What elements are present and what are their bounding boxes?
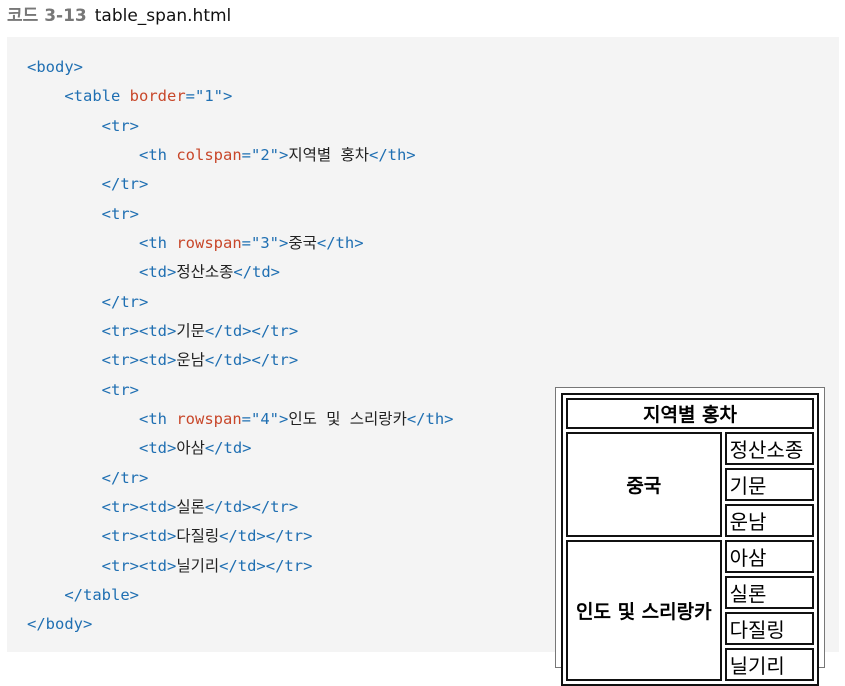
table-row: 인도 및 스리랑카 아삼	[566, 540, 814, 681]
caption-filename: table_span.html	[94, 6, 232, 26]
code-line: <th rowspan="3">중국</th>	[138, 233, 364, 252]
tea-cell: 실론	[724, 576, 814, 609]
code-line: <th colspan="2">지역별 홍차</th>	[138, 145, 416, 164]
tea-cell: 닐기리	[724, 648, 814, 681]
code-line: <table border="1">	[64, 87, 233, 106]
tea-region-table: 지역별 홍차 중국 정산소종 기문 운남 인도 및 스리랑카 아삼 실론 다질링…	[561, 393, 819, 686]
rendered-table-preview: 지역별 홍차 중국 정산소종 기문 운남 인도 및 스리랑카 아삼 실론 다질링…	[555, 387, 825, 686]
caption-number: 코드 3-13	[7, 6, 87, 26]
code-line: <tr><td>다질링</td></tr>	[101, 527, 313, 546]
code-line: <tr><td>닐기리</td></tr>	[101, 556, 313, 575]
code-line: </table>	[64, 585, 139, 604]
tea-cell: 정산소종	[724, 432, 814, 465]
tea-cell: 기문	[724, 468, 814, 501]
code-line: <tr><td>기문</td></tr>	[101, 321, 299, 340]
tea-cell: 아삼	[724, 540, 814, 573]
code-caption: 코드 3-13 table_span.html	[7, 4, 231, 28]
code-line: <tr><td>실론</td></tr>	[101, 497, 299, 516]
table-row: 지역별 홍차	[566, 398, 814, 429]
table-row: 중국 정산소종	[566, 432, 814, 537]
code-line: <tr>	[101, 380, 139, 399]
code-block: <body> <table border="1"> <tr> <th colsp…	[27, 53, 454, 640]
table-header: 지역별 홍차	[566, 398, 814, 429]
code-line: </tr>	[101, 468, 149, 487]
tea-cell: 운남	[724, 504, 814, 537]
code-line: <th rowspan="4">인도 및 스리랑카</th>	[138, 409, 454, 428]
code-line: <tr><td>운남</td></tr>	[101, 351, 299, 370]
code-line: <td>아삼</td>	[138, 439, 252, 458]
region-header-china: 중국	[566, 432, 722, 537]
code-line: </body>	[27, 615, 93, 634]
code-line: </tr>	[101, 292, 149, 311]
code-line: <body>	[27, 58, 83, 76]
code-line: <td>정산소종</td>	[138, 263, 281, 282]
tea-cell: 다질링	[724, 612, 814, 645]
code-line: <tr>	[101, 116, 139, 135]
code-line: <tr>	[101, 204, 139, 223]
code-line: </tr>	[101, 175, 149, 194]
code-panel: <body> <table border="1"> <tr> <th colsp…	[7, 37, 839, 686]
